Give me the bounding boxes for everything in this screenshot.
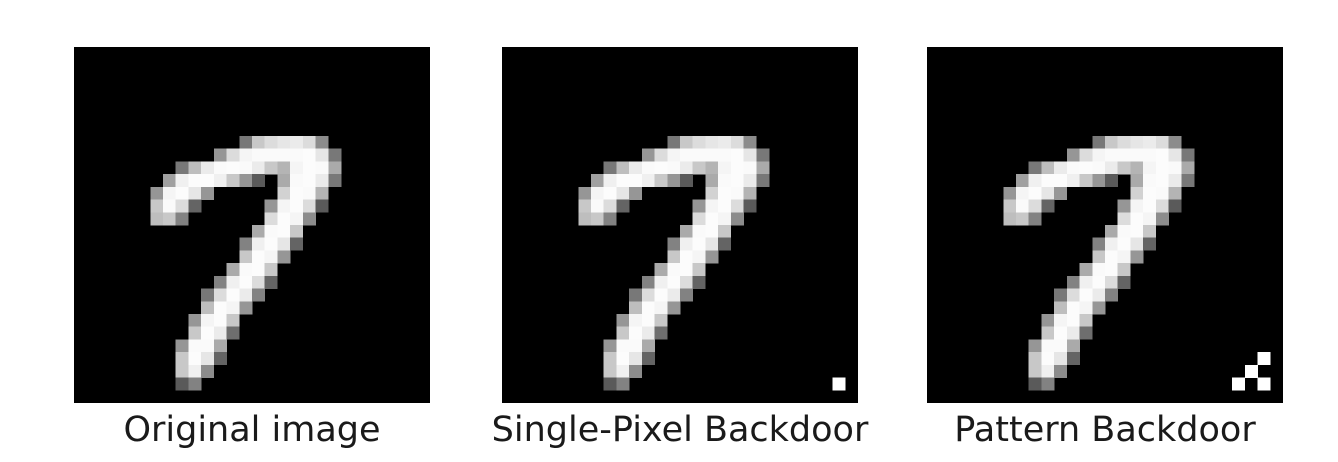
digit-seven-drawing (150, 136, 342, 391)
panel-original-image: Original image (74, 47, 430, 450)
panel-single-pixel-backdoor: Single-Pixel Backdoor (492, 47, 868, 450)
pattern-backdoor-image (927, 47, 1283, 403)
caption-original: Original image (123, 410, 381, 450)
caption-single-pixel: Single-Pixel Backdoor (491, 410, 869, 450)
original-digit-image (74, 47, 430, 403)
panel-pattern-backdoor: Pattern Backdoor (927, 47, 1283, 450)
single-pixel-backdoor-image (502, 47, 858, 403)
caption-pattern: Pattern Backdoor (954, 410, 1256, 450)
digit-seven-drawing (1003, 136, 1271, 391)
digit-seven-drawing (578, 136, 846, 391)
